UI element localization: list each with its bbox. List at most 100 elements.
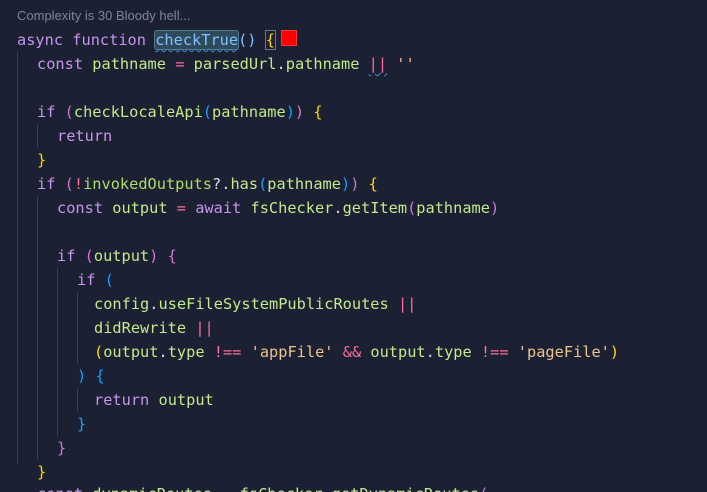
code-line-14[interactable]: (output.type !== 'appFile' && output.typ… [94, 340, 619, 364]
paren: ) [77, 367, 87, 385]
operator: = [176, 199, 186, 217]
code-line-12[interactable]: config.useFileSystemPublicRoutes || [94, 292, 416, 316]
indent-guide [57, 268, 58, 436]
paren: ( [64, 175, 74, 193]
paren: ( [84, 247, 94, 265]
variable-didrewrite: didRewrite [94, 319, 187, 337]
color-swatch[interactable] [280, 30, 297, 46]
code-line-7[interactable]: if (!invokedOutputs?.has(pathname)) { [37, 172, 378, 196]
dot: . [276, 55, 286, 73]
code-line-17[interactable]: } [77, 412, 86, 436]
code-line-8[interactable]: const output = await fsChecker.getItem(p… [57, 196, 499, 220]
paren: ( [202, 103, 213, 121]
brace: } [77, 415, 87, 433]
object-invokedoutputs: invokedOutputs [83, 175, 213, 193]
code-editor[interactable]: Complexity is 30 Bloody hell... async fu… [0, 0, 707, 492]
operator-and: && [342, 343, 362, 361]
brace: } [37, 463, 47, 481]
keyword-const: const [37, 485, 83, 492]
variable-dynamicroutes: dynamicRoutes [92, 485, 212, 492]
code-line-11[interactable]: if ( [77, 268, 114, 292]
dot: . [323, 485, 332, 492]
paren: ( [407, 199, 417, 217]
operator-neq: !== [213, 343, 242, 361]
code-line-1[interactable]: async function checkTrue() { [17, 28, 297, 52]
string-literal: 'appFile' [250, 343, 334, 361]
keyword-await: await [195, 199, 242, 217]
argument: pathname [212, 103, 286, 121]
function-name[interactable]: checkTrue [154, 30, 240, 50]
argument: pathname [267, 175, 341, 193]
open-brace: { [264, 30, 276, 50]
paren: ) [489, 199, 500, 217]
operator: = [175, 55, 185, 73]
paren: ) [285, 103, 295, 121]
operator-not: ! [73, 175, 84, 193]
code-line-6[interactable]: } [37, 148, 46, 172]
variable-pathname: pathname [92, 55, 166, 73]
variable-output: output [158, 391, 214, 409]
object-output: output [103, 343, 159, 361]
method-getitem: getItem [342, 199, 408, 217]
brace: { [368, 175, 378, 193]
code-line-5[interactable]: return [57, 124, 112, 148]
code-line-13[interactable]: didRewrite || [94, 316, 214, 340]
paren: ) [350, 175, 360, 193]
operator-or: || [397, 295, 417, 313]
argument: output [93, 247, 150, 265]
brace: { [313, 103, 323, 121]
property-type: type [434, 343, 472, 361]
object-fschecker: fsChecker [240, 485, 323, 492]
keyword-async: async [17, 31, 64, 49]
string-literal: '' [396, 55, 415, 73]
codelens-complexity[interactable]: Complexity is 30 Bloody hell... [17, 8, 190, 23]
paren: ( [64, 103, 74, 121]
paren: ( [258, 175, 268, 193]
keyword-function: function [72, 31, 146, 49]
paren: ) [609, 343, 620, 361]
code-line-19[interactable]: } [37, 460, 46, 484]
code-line-18[interactable]: } [57, 436, 66, 460]
code-line-20[interactable]: const dynamicRoutes = fsChecker.getDynam… [37, 482, 488, 492]
object-output: output [370, 343, 426, 361]
keyword-const: const [57, 199, 104, 217]
function-call: checkLocaleApi [73, 103, 203, 121]
operator-or: || [368, 55, 388, 73]
paren: ) [340, 175, 351, 193]
code-line-4[interactable]: if (checkLocaleApi(pathname)) { [37, 100, 323, 124]
code-line-15[interactable]: ) { [77, 364, 105, 388]
code-line-10[interactable]: if (output) { [57, 244, 177, 268]
argument: pathname [416, 199, 490, 217]
method-has: has [230, 175, 259, 193]
code-line-2[interactable]: const pathname = parsedUrl.pathname || '… [37, 52, 415, 76]
string-literal: 'pageFile' [517, 343, 610, 361]
params: () [238, 31, 257, 49]
object-config: config [94, 295, 150, 313]
indent-guide [37, 124, 38, 148]
operator-or: || [195, 319, 214, 337]
property-pathname: pathname [285, 55, 360, 73]
keyword-return: return [57, 127, 113, 145]
dot: . [158, 343, 168, 361]
dot: . [333, 199, 343, 217]
indent-guide [37, 196, 38, 460]
keyword-if: if [57, 247, 76, 265]
property-type: type [167, 343, 205, 361]
keyword-if: if [37, 103, 56, 121]
paren: ) [149, 247, 159, 265]
keyword-return: return [94, 391, 150, 409]
indent-guide [17, 52, 18, 464]
keyword-if: if [77, 271, 96, 289]
variable-output: output [112, 199, 168, 217]
brace: } [37, 151, 47, 169]
indent-guide [77, 292, 78, 364]
object-fschecker: fsChecker [250, 199, 334, 217]
object-parsedurl: parsedUrl [193, 55, 277, 73]
paren: ) [294, 103, 305, 121]
dot: . [425, 343, 435, 361]
paren: ( [479, 485, 488, 492]
code-line-16[interactable]: return output [94, 388, 214, 412]
keyword-if: if [37, 175, 56, 193]
paren: ( [104, 271, 114, 289]
paren: ( [94, 343, 104, 361]
